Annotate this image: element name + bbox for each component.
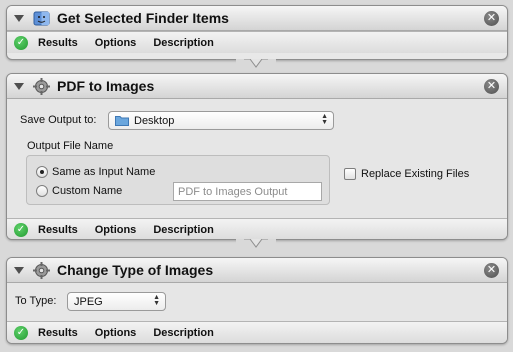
close-icon[interactable]: ✕	[484, 78, 499, 94]
checkmark-icon: ✓	[14, 35, 28, 50]
action-footer: ✓ Results Options Description	[7, 321, 507, 343]
action-pdf-to-images: PDF to Images ✕ Save Output to: Desktop …	[6, 73, 508, 240]
checkmark-icon: ✓	[14, 222, 28, 237]
action-header[interactable]: Get Selected Finder Items ✕	[7, 6, 507, 31]
action-title: Get Selected Finder Items	[57, 10, 229, 26]
automator-action-icon	[32, 77, 51, 96]
action-header[interactable]: Change Type of Images ✕	[7, 258, 507, 283]
options-tab[interactable]: Options	[95, 37, 137, 49]
checkmark-icon: ✓	[14, 325, 28, 340]
custom-name-radio[interactable]	[36, 185, 48, 197]
action-body: Save Output to: Desktop ▲ ▼ Output File N…	[7, 99, 507, 218]
folder-icon	[115, 116, 129, 126]
action-title: PDF to Images	[57, 78, 155, 94]
action-title: Change Type of Images	[57, 262, 214, 278]
same-as-input-label[interactable]: Same as Input Name	[52, 166, 155, 178]
popup-arrows-icon: ▲ ▼	[321, 113, 328, 126]
custom-name-label[interactable]: Custom Name	[52, 185, 122, 197]
action-footer: ✓ Results Options Description	[7, 218, 507, 239]
output-file-name-label: Output File Name	[27, 140, 114, 152]
close-icon[interactable]: ✕	[484, 10, 499, 26]
options-tab[interactable]: Options	[95, 327, 137, 339]
replace-existing-label[interactable]: Replace Existing Files	[361, 168, 469, 180]
save-output-value: Desktop	[134, 114, 175, 127]
results-tab[interactable]: Results	[38, 224, 78, 236]
results-tab[interactable]: Results	[38, 327, 78, 339]
disclosure-triangle-icon[interactable]	[14, 266, 24, 274]
save-output-popup[interactable]: Desktop ▲ ▼	[108, 111, 334, 130]
action-header[interactable]: PDF to Images ✕	[7, 74, 507, 99]
automator-action-icon	[32, 261, 51, 280]
action-get-selected-finder-items: Get Selected Finder Items ✕ ✓ Results Op…	[6, 5, 508, 60]
description-tab[interactable]: Description	[153, 327, 214, 339]
finder-action-icon	[32, 9, 51, 28]
connector-icon	[236, 59, 276, 71]
to-type-label: To Type:	[15, 295, 57, 307]
popup-arrows-icon: ▲ ▼	[153, 294, 160, 307]
replace-existing-checkbox[interactable]	[344, 168, 356, 180]
same-as-input-radio[interactable]	[36, 166, 48, 178]
action-change-type-of-images: Change Type of Images ✕ To Type: JPEG ▲ ▼…	[6, 257, 508, 344]
close-icon[interactable]: ✕	[484, 262, 499, 278]
to-type-value: JPEG	[74, 295, 103, 308]
action-body: To Type: JPEG ▲ ▼	[7, 283, 507, 321]
output-file-name-group: Same as Input Name Custom Name PDF to Im…	[26, 155, 330, 205]
description-tab[interactable]: Description	[153, 224, 214, 236]
action-footer: ✓ Results Options Description	[7, 31, 507, 53]
to-type-popup[interactable]: JPEG ▲ ▼	[67, 292, 166, 311]
custom-name-field[interactable]: PDF to Images Output	[173, 182, 322, 201]
options-tab[interactable]: Options	[95, 224, 137, 236]
description-tab[interactable]: Description	[153, 37, 214, 49]
results-tab[interactable]: Results	[38, 37, 78, 49]
disclosure-triangle-icon[interactable]	[14, 14, 24, 22]
disclosure-triangle-icon[interactable]	[14, 82, 24, 90]
save-output-label: Save Output to:	[20, 114, 97, 126]
connector-icon	[236, 239, 276, 251]
